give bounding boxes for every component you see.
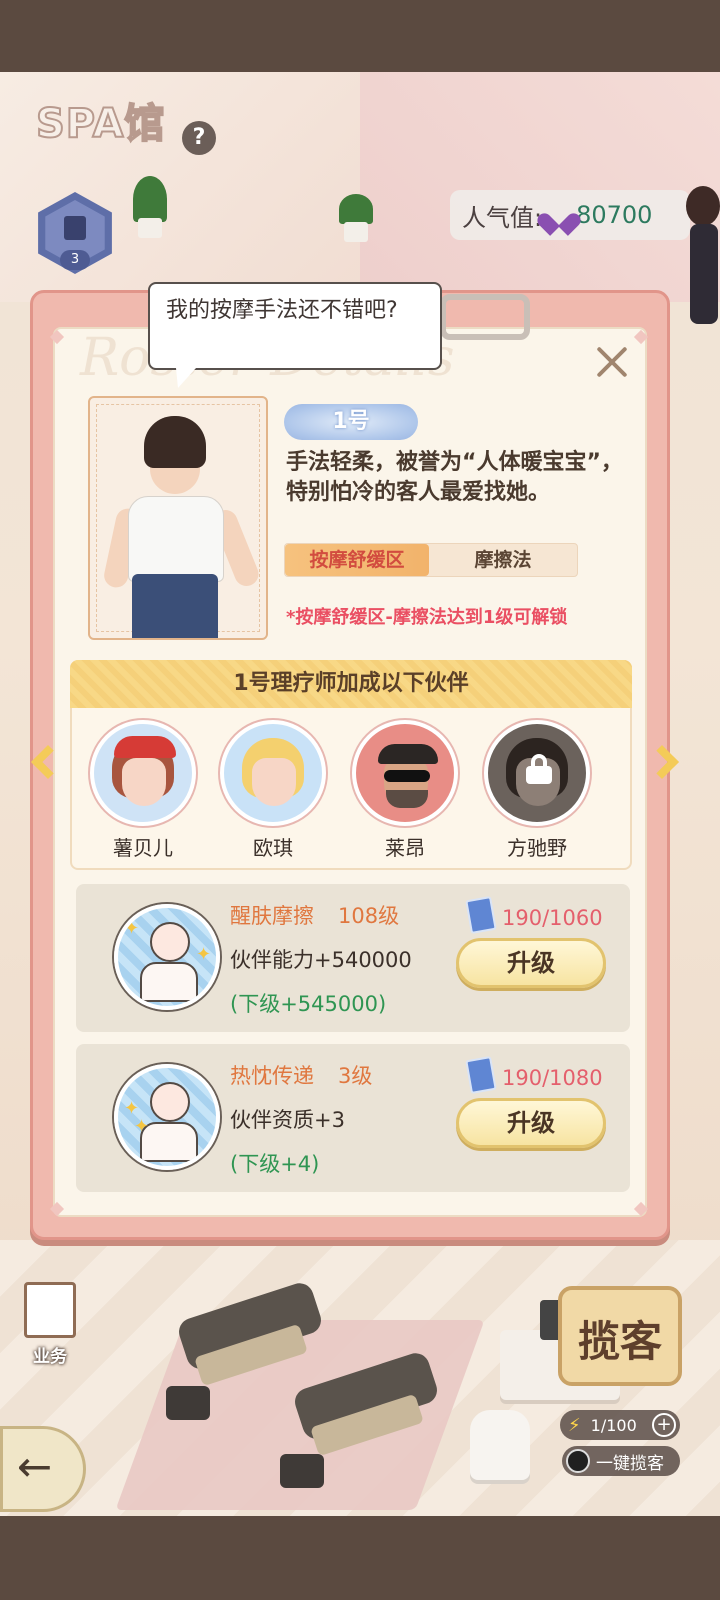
partners-title: 1号理疗师加成以下伙伴 [233, 671, 469, 696]
close-button[interactable] [592, 342, 632, 382]
upgrade-cost: 190/1080 [502, 1066, 603, 1090]
tag-area: 按摩舒缓区 [285, 544, 429, 576]
skill-next-level: (下级+545000) [230, 992, 387, 1016]
popularity-value: 80700 [576, 201, 653, 229]
plant-decoration [130, 176, 170, 238]
tools-icon [64, 216, 86, 240]
partner-name: 方驰野 [507, 836, 567, 860]
lock-icon [526, 754, 552, 784]
speech-bubble: 我的按摩手法还不错吧? [148, 282, 442, 388]
add-energy-button[interactable]: + [652, 1413, 676, 1437]
lightning-icon: ⚡ [568, 1414, 581, 1436]
therapist-portrait [88, 396, 268, 640]
chevron-right-icon [645, 745, 679, 779]
business-button[interactable]: 业务 [18, 1282, 82, 1367]
skill-name: 醒肤摩擦 [230, 904, 314, 928]
business-label: 业务 [33, 1347, 67, 1367]
therapist-description: 手法轻柔，被誉为“人体暖宝宝”，特别怕冷的客人最爱找她。 [286, 450, 623, 505]
solicit-button[interactable]: 揽客 [558, 1286, 682, 1386]
next-therapist-button[interactable] [645, 740, 686, 794]
top-bar [0, 0, 720, 72]
stool [280, 1454, 324, 1488]
partner-avatar[interactable]: 莱昂 [352, 720, 458, 870]
upgrade-cost: 190/1060 [502, 906, 603, 930]
partner-avatar[interactable]: 欧琪 [220, 720, 326, 870]
office-chair [470, 1410, 530, 1480]
energy-counter: ⚡ 1/100 + [560, 1410, 680, 1440]
upgrade-button[interactable]: 升级 [456, 1098, 606, 1148]
help-button[interactable]: ? [182, 121, 216, 155]
partner-name: 莱昂 [385, 836, 425, 860]
unlock-note: *按摩舒缓区-摩擦法达到1级可解锁 [286, 607, 568, 628]
skill-effect: 伙伴资质+3 [230, 1108, 345, 1132]
partner-avatar-locked[interactable]: 方驰野 [484, 720, 590, 870]
energy-text: 1/100 [590, 1415, 637, 1435]
rubbing-skill-icon: ✦ ✦ [114, 904, 220, 1010]
one-key-label: 一键揽客 [596, 1453, 664, 1474]
customer-character[interactable] [680, 186, 720, 336]
prev-therapist-button[interactable] [24, 740, 65, 794]
chevron-left-icon [31, 745, 65, 779]
spa-card-icon [465, 896, 497, 934]
skill-tags: 按摩舒缓区 摩擦法 [284, 543, 578, 577]
skill-level: 3级 [338, 1064, 373, 1088]
skill-name: 热忱传递 [230, 1064, 314, 1088]
skill-level: 108级 [338, 904, 400, 928]
skill-card: ✦ ✦ 热忱传递 3级 伙伴资质+3 (下级+4) 190/1080 升级 [76, 1044, 630, 1192]
partner-name: 薯贝儿 [113, 836, 173, 860]
partner-name: 欧琪 [253, 836, 293, 860]
spa-card-icon [465, 1056, 497, 1094]
stool [166, 1386, 210, 1420]
clipboard-icon [24, 1282, 76, 1338]
passion-skill-icon: ✦ ✦ [114, 1064, 220, 1170]
partner-avatar[interactable]: 薯贝儿 [90, 720, 196, 870]
skill-next-level: (下级+4) [230, 1152, 320, 1176]
solicit-label: 揽客 [577, 1317, 662, 1366]
heart-gem-icon [546, 202, 572, 228]
therapist-number-badge: 1号 [284, 404, 418, 440]
question-icon: ? [192, 125, 206, 150]
upgrade-button[interactable]: 升级 [456, 938, 606, 988]
level-number: 3 [60, 250, 90, 270]
skill-card: ✦ ✦ 醒肤摩擦 108级 伙伴能力+540000 (下级+545000) 19… [76, 884, 630, 1032]
level-badge[interactable]: 3 [34, 192, 116, 274]
popularity-display: 人气值: 80700 [450, 190, 690, 240]
wall-right [360, 72, 720, 302]
toggle-icon [566, 1449, 590, 1473]
tag-method: 摩擦法 [474, 549, 532, 571]
back-button[interactable]: ← [0, 1426, 86, 1512]
bottom-bar [0, 1516, 720, 1600]
plant-decoration [336, 180, 376, 242]
one-key-solicit-toggle[interactable]: 一键揽客 [562, 1446, 680, 1476]
popularity-label: 人气值: [462, 203, 543, 232]
back-arrow-icon: ← [17, 1442, 53, 1491]
skill-effect: 伙伴能力+540000 [230, 948, 412, 972]
